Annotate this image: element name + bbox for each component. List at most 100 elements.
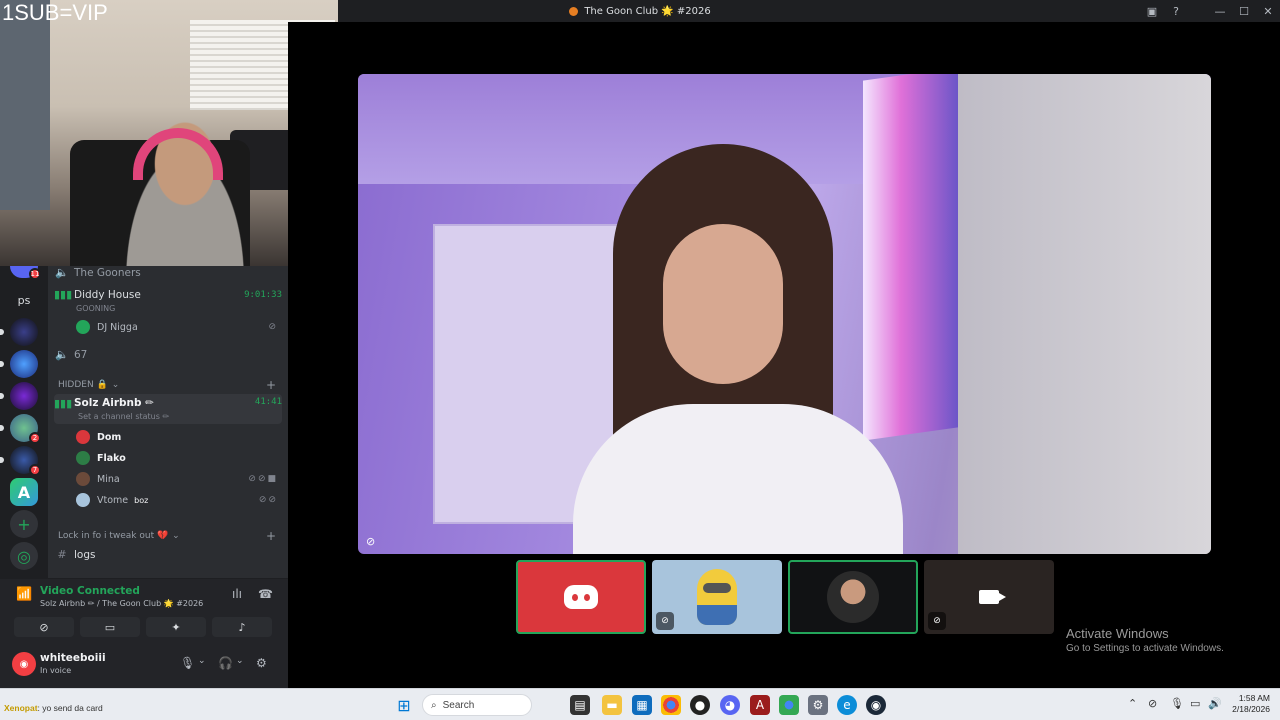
user-avatar[interactable]: ◉ — [12, 652, 36, 676]
voice-user[interactable]: Mina ⊘⊘■ — [76, 472, 278, 486]
avatar — [76, 472, 90, 486]
server-icon-top[interactable]: 11 — [10, 266, 41, 280]
video-person-shirt — [573, 404, 903, 554]
user-name: Vtome — [97, 494, 129, 506]
chevron-down-icon[interactable]: ⌄ — [236, 656, 244, 666]
headphones-icon[interactable]: 🎧 — [218, 656, 233, 670]
chevron-down-icon[interactable]: ⌄ — [198, 656, 206, 666]
channel-status: GOONING — [76, 304, 116, 313]
main-video-feed[interactable]: ⊘ — [358, 74, 1211, 554]
discord-icon[interactable]: ◕ — [720, 695, 740, 715]
server-green[interactable]: 2 — [10, 414, 41, 444]
window-title-area: The Goon Club 🌟 #2026 — [569, 6, 711, 17]
voice-user[interactable]: Dom — [76, 430, 278, 444]
category-hidden[interactable]: HIDDEN 🔒 ⌄ + — [58, 378, 276, 392]
server-goon-world[interactable] — [10, 318, 38, 346]
server-badge: 11 — [29, 268, 41, 280]
store-icon[interactable]: ▦ — [632, 695, 652, 715]
channel-status[interactable]: Set a channel status ✏ — [78, 412, 169, 421]
unread-pill — [0, 457, 4, 463]
taskbar-search[interactable]: ⌕ Search — [422, 694, 532, 716]
mic-muted-icon: ⊘ — [366, 535, 376, 548]
task-view-icon[interactable]: ▤ — [570, 695, 590, 715]
obs-icon[interactable]: ● — [690, 695, 710, 715]
participant-tile-camera[interactable]: ⊘ — [924, 560, 1054, 634]
display-icon[interactable]: ▭ — [1190, 697, 1200, 710]
file-explorer-icon[interactable]: ▬ — [602, 695, 622, 715]
minimize-button[interactable]: — — [1208, 0, 1232, 22]
mic-muted-icon: ⊘ — [928, 612, 946, 630]
close-button[interactable]: ✕ — [1256, 0, 1280, 22]
voice-channel-gooners[interactable]: 🔈 The Gooners — [54, 266, 282, 279]
settings-gear-icon[interactable]: ⚙ — [256, 656, 267, 670]
chrome-icon[interactable] — [661, 695, 681, 715]
soundboard-button[interactable]: ♪ — [212, 617, 272, 637]
voice-user[interactable]: DJ Nigga ⊘ — [76, 320, 278, 334]
server-icon — [569, 6, 579, 16]
stream-chat-line: Xenopat: yo send da card — [4, 703, 103, 713]
server-a[interactable]: A — [10, 478, 38, 506]
user-name: DJ Nigga — [97, 321, 138, 333]
noise-suppression-icon[interactable]: ılı — [232, 587, 242, 601]
channel-list: 🔈 The Gooners ▮▮▮ Diddy House 9:01:33 GO… — [48, 266, 288, 578]
discover-icon[interactable]: ◎ — [10, 542, 38, 570]
category-name: HIDDEN 🔒 — [58, 380, 108, 390]
voice-channel-diddy-house[interactable]: ▮▮▮ Diddy House 9:01:33 — [54, 288, 282, 301]
call-timer: 41:41 — [254, 397, 282, 407]
chevron-up-icon[interactable]: ⌃ — [1128, 697, 1137, 710]
webcam-wall — [0, 0, 50, 210]
voice-user[interactable]: Vtome boz ⊘⊘ — [76, 493, 278, 507]
user-name: Dom — [97, 431, 122, 443]
voice-location[interactable]: Solz Airbnb ✏ / The Goon Club 🌟 #2026 — [40, 599, 203, 608]
microphone-tray-icon[interactable]: 🎙 — [1170, 697, 1184, 710]
settings-icon[interactable]: ⚙ — [808, 695, 828, 715]
channel-name: The Gooners — [74, 266, 141, 279]
title-tools: ▣ ? — [1140, 0, 1188, 22]
signal-icon[interactable]: 📶 — [16, 587, 32, 602]
app-a-icon[interactable]: A — [750, 695, 770, 715]
call-timer: 9:01:33 — [244, 289, 282, 300]
screen-share-button[interactable]: ▭ — [80, 617, 140, 637]
camera-off-button[interactable]: ⊘ — [14, 617, 74, 637]
voice-connection-panel: 📶 Video Connected Solz Airbnb ✏ / The Go… — [0, 578, 288, 642]
volume-icon[interactable]: 🔊 — [1208, 697, 1222, 710]
voice-channel-67[interactable]: 🔈 67 — [54, 348, 282, 361]
participant-tile-discord[interactable] — [516, 560, 646, 634]
help-icon[interactable]: ? — [1164, 0, 1188, 22]
add-server-icon[interactable]: + — [10, 510, 38, 538]
text-channel-logs[interactable]: # logs — [54, 548, 282, 561]
category-lock-in[interactable]: Lock in fo i tweak out 💔 ⌄ + — [58, 529, 276, 543]
server-goon-2[interactable]: 7 — [10, 446, 41, 476]
disconnect-icon[interactable]: ☎ — [258, 587, 273, 601]
steam-icon[interactable]: ◉ — [866, 695, 886, 715]
system-clock[interactable]: 1:58 AM 2/18/2026 — [1228, 693, 1270, 715]
server-purple[interactable] — [10, 382, 38, 410]
chevron-down-icon: ⌄ — [172, 531, 180, 541]
mic-muted-icon: ⊘ — [656, 612, 674, 630]
add-channel-icon[interactable]: + — [266, 529, 276, 543]
participant-tile-avatar[interactable] — [788, 560, 918, 634]
search-placeholder: Search — [442, 699, 475, 711]
watermark-subtitle: Go to Settings to activate Windows. — [1066, 643, 1224, 654]
server-ps[interactable]: ps — [10, 286, 38, 314]
windows-start-icon[interactable]: ⊞ — [394, 695, 414, 715]
user-name: Flako — [97, 452, 126, 464]
chrome-alt-icon[interactable] — [779, 695, 799, 715]
inbox-icon[interactable]: ▣ — [1140, 0, 1164, 22]
network-icon[interactable]: ⊘ — [1148, 697, 1157, 710]
add-channel-icon[interactable]: + — [266, 378, 276, 392]
overlay-text: 1SUB=VIP — [2, 0, 108, 25]
participant-tiles: ⊘ ⊘ — [516, 560, 1054, 634]
avatar — [76, 320, 90, 334]
microphone-icon[interactable]: 🎙 — [180, 656, 195, 670]
server-blue[interactable] — [10, 350, 38, 378]
maximize-button[interactable]: ☐ — [1232, 0, 1256, 22]
chevron-down-icon: ⌄ — [111, 380, 120, 390]
voice-user[interactable]: Flako — [76, 451, 278, 465]
edge-icon[interactable]: e — [837, 695, 857, 715]
window-controls: — ☐ ✕ — [1208, 0, 1280, 22]
video-tv — [863, 74, 958, 441]
activities-button[interactable]: ✦ — [146, 617, 206, 637]
participant-tile-minion[interactable]: ⊘ — [652, 560, 782, 634]
clock-date: 2/18/2026 — [1232, 704, 1270, 714]
